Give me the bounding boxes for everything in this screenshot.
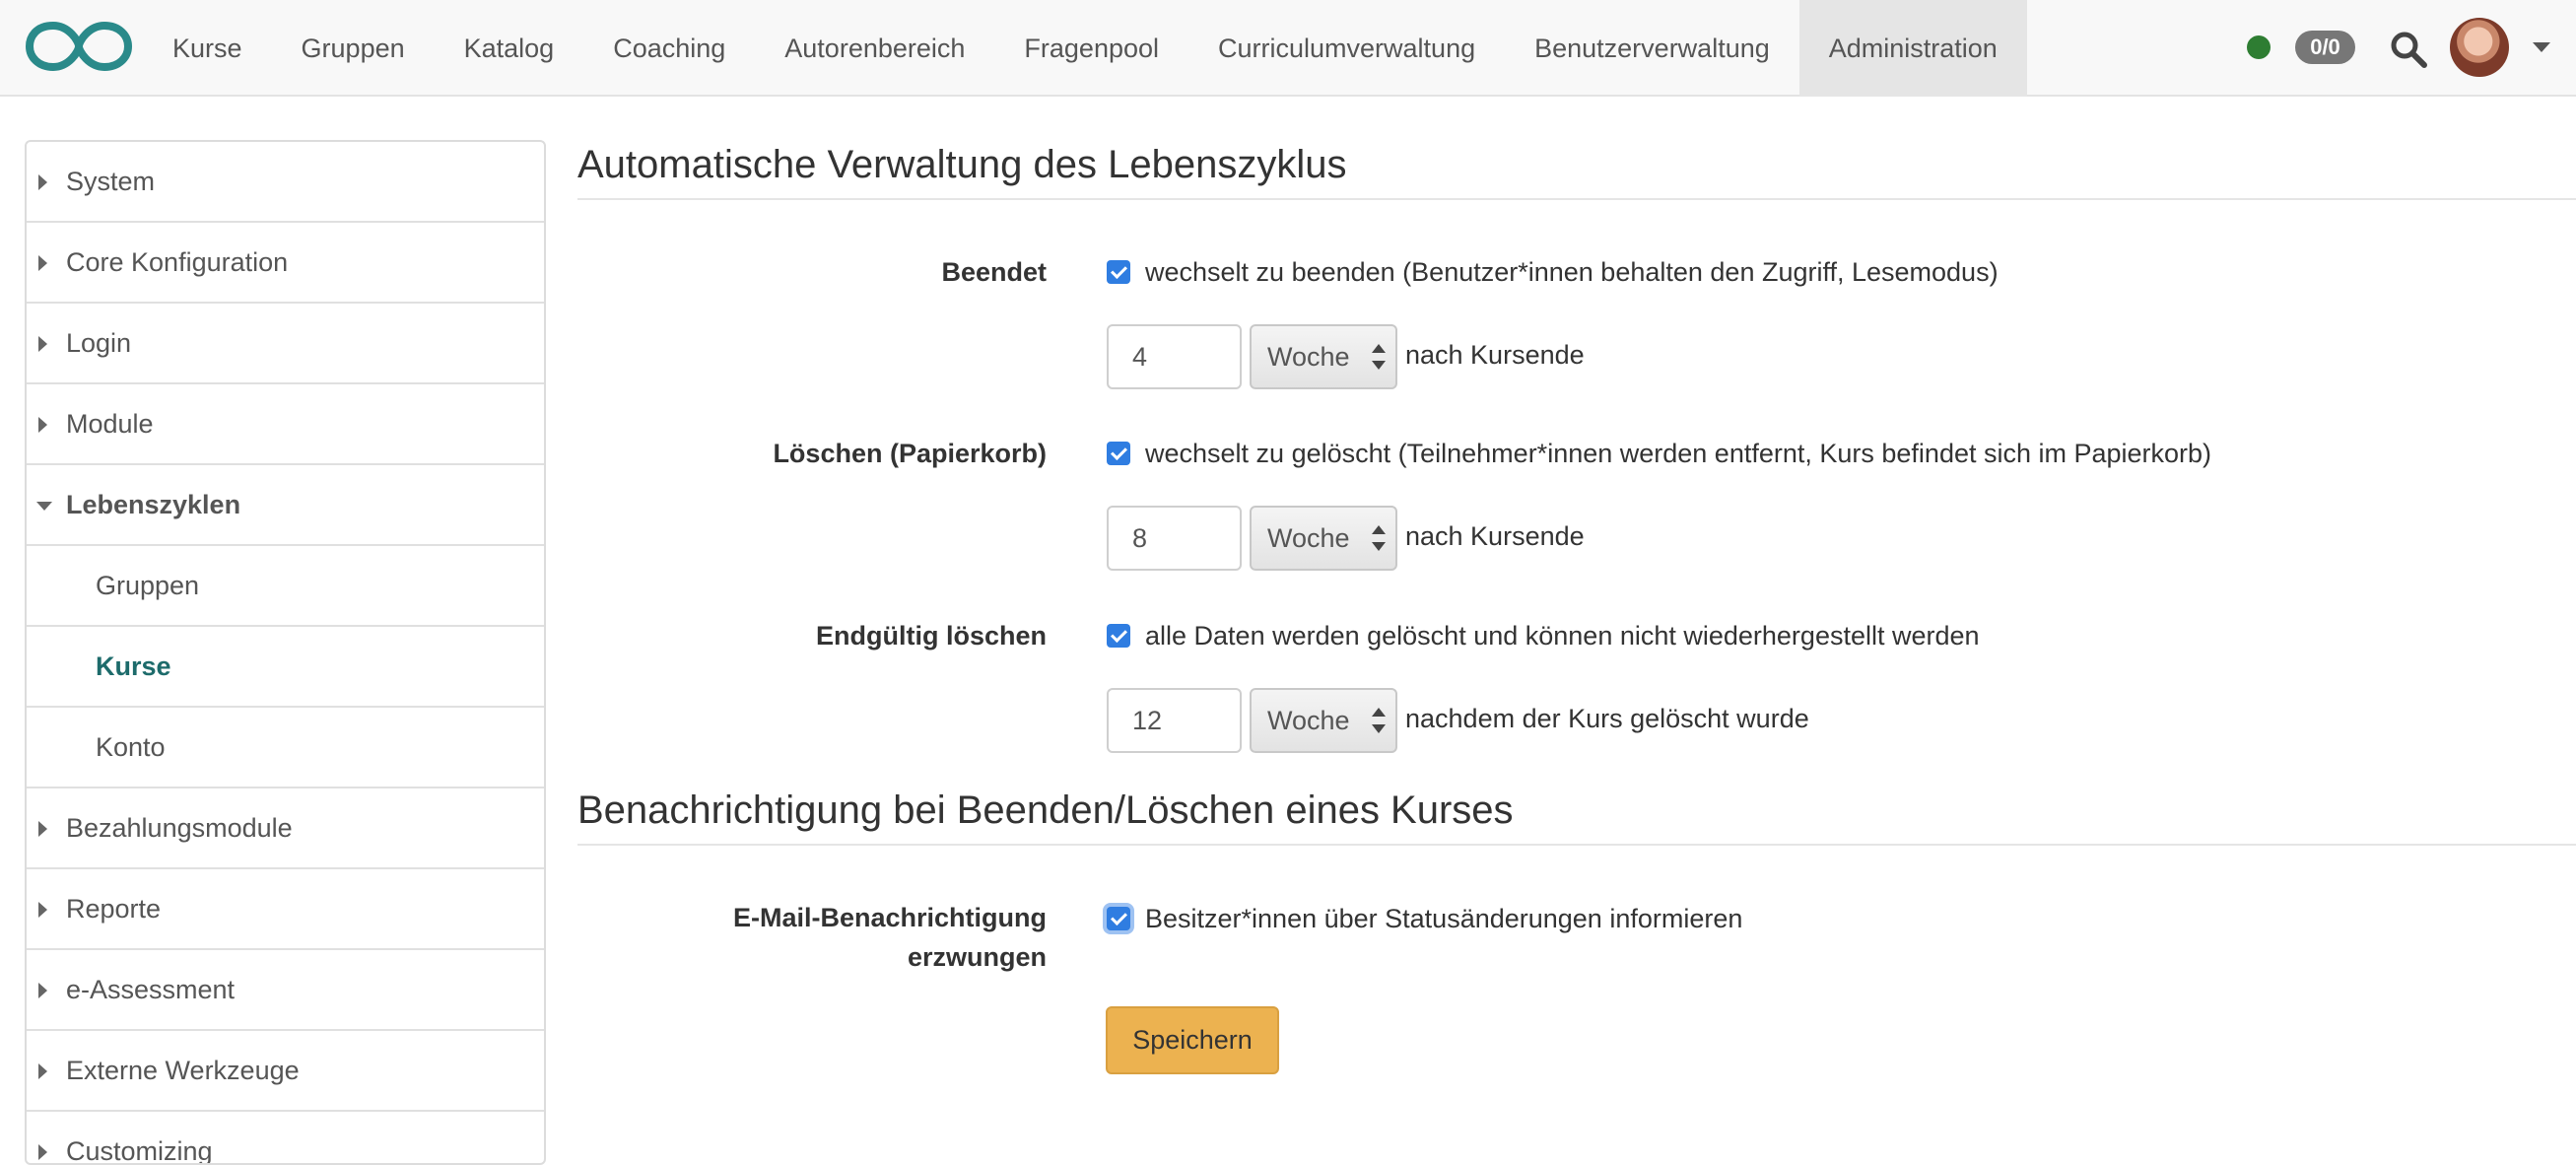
loeschen-checkbox-label[interactable]: wechselt zu gelöscht (Teilnehmer*innen w… <box>1145 439 2211 469</box>
caret-right-icon <box>38 417 47 433</box>
sidebar-item-customizing[interactable]: Customizing <box>27 1112 544 1165</box>
beendet-after-text: nach Kursende <box>1405 340 1585 371</box>
select-value: Woche <box>1267 342 1350 372</box>
caret-right-icon <box>38 1063 47 1079</box>
user-avatar[interactable] <box>2450 18 2509 77</box>
caret-right-icon <box>38 821 47 837</box>
sidebar-item-label: Login <box>66 328 131 359</box>
endgueltig-loeschen-duration-input[interactable] <box>1107 688 1242 753</box>
select-arrows-icon <box>1372 708 1386 737</box>
email-notification-label: E-Mail-Benachrichtigung erzwungen <box>574 898 1047 977</box>
nav-curriculumverwaltung[interactable]: Curriculumverwaltung <box>1188 0 1505 97</box>
sidebar-subitem-kurse[interactable]: Kurse <box>27 627 544 708</box>
sidebar-item-label: Externe Werkzeuge <box>66 1056 300 1086</box>
sidebar-item-label: Kurse <box>96 651 171 682</box>
top-navbar: Kurse Gruppen Katalog Coaching Autorenbe… <box>0 0 2576 97</box>
endgueltig-loeschen-after-text: nachdem der Kurs gelöscht wurde <box>1405 704 1809 734</box>
nav-kurse[interactable]: Kurse <box>143 0 272 97</box>
sidebar-item-label: System <box>66 167 155 197</box>
sidebar-item-label: Bezahlungsmodule <box>66 813 293 844</box>
select-value: Woche <box>1267 523 1350 553</box>
sidebar-item-core-konfiguration[interactable]: Core Konfiguration <box>27 223 544 304</box>
caret-right-icon <box>38 174 47 190</box>
sidebar-item-bezahlungsmodule[interactable]: Bezahlungsmodule <box>27 788 544 869</box>
select-arrows-icon <box>1372 344 1386 374</box>
search-icon[interactable] <box>2389 30 2428 69</box>
beendet-checkbox[interactable] <box>1107 260 1130 284</box>
chevron-down-icon[interactable] <box>2533 42 2550 52</box>
loeschen-checkbox[interactable] <box>1107 442 1130 465</box>
caret-right-icon <box>38 983 47 998</box>
sidebar-item-label: Konto <box>96 732 166 763</box>
endgueltig-loeschen-unit-select[interactable]: Woche <box>1250 688 1397 753</box>
sidebar-item-label: Gruppen <box>96 571 199 601</box>
caret-right-icon <box>38 902 47 918</box>
save-button[interactable]: Speichern <box>1106 1006 1279 1074</box>
nav-katalog[interactable]: Katalog <box>435 0 584 97</box>
sidebar-item-label: e-Assessment <box>66 975 235 1005</box>
loeschen-label: Löschen (Papierkorb) <box>574 434 1047 473</box>
caret-right-icon <box>38 1144 47 1160</box>
email-notification-label-line2: erzwungen <box>574 937 1047 977</box>
section-divider <box>577 198 2576 200</box>
caret-down-icon <box>36 502 52 511</box>
sidebar-item-lebenszyklen[interactable]: Lebenszyklen <box>27 465 544 546</box>
beendet-checkbox-label[interactable]: wechselt zu beenden (Benutzer*innen beha… <box>1145 257 1999 288</box>
nav-autorenbereich[interactable]: Autorenbereich <box>755 0 994 97</box>
select-value: Woche <box>1267 706 1350 735</box>
nav-coaching[interactable]: Coaching <box>583 0 755 97</box>
sidebar-item-externe-werkzeuge[interactable]: Externe Werkzeuge <box>27 1031 544 1112</box>
notification-section-title: Benachrichtigung bei Beenden/Löschen ein… <box>577 788 1514 833</box>
sidebar-item-label: Module <box>66 409 154 440</box>
loeschen-unit-select[interactable]: Woche <box>1250 506 1397 571</box>
sidebar-item-system[interactable]: System <box>27 142 544 223</box>
sidebar-item-label: Core Konfiguration <box>66 247 288 278</box>
loeschen-after-text: nach Kursende <box>1405 521 1585 552</box>
nav-administration[interactable]: Administration <box>1799 0 2027 97</box>
online-status-icon[interactable] <box>2247 35 2271 59</box>
infinity-logo[interactable] <box>26 18 132 75</box>
email-notification-checkbox[interactable] <box>1107 907 1130 930</box>
notification-badge[interactable]: 0/0 <box>2295 31 2355 64</box>
sidebar-subitem-gruppen[interactable]: Gruppen <box>27 546 544 627</box>
sidebar-item-label: Reporte <box>66 894 161 925</box>
loeschen-duration-input[interactable] <box>1107 506 1242 571</box>
endgueltig-loeschen-label: Endgültig löschen <box>574 616 1047 655</box>
nav-gruppen[interactable]: Gruppen <box>272 0 435 97</box>
caret-right-icon <box>38 336 47 352</box>
sidebar-item-label: Lebenszyklen <box>66 490 240 520</box>
sidebar-item-label: Customizing <box>66 1136 213 1165</box>
endgueltig-loeschen-checkbox-label[interactable]: alle Daten werden gelöscht und können ni… <box>1145 621 1980 651</box>
lifecycle-section-title: Automatische Verwaltung des Lebenszyklus <box>577 143 1346 187</box>
nav-fragenpool[interactable]: Fragenpool <box>994 0 1188 97</box>
sidebar-subitem-konto[interactable]: Konto <box>27 708 544 788</box>
sidebar-item-login[interactable]: Login <box>27 304 544 384</box>
beendet-unit-select[interactable]: Woche <box>1250 324 1397 389</box>
select-arrows-icon <box>1372 525 1386 555</box>
email-notification-label-line1: E-Mail-Benachrichtigung <box>574 898 1047 937</box>
endgueltig-loeschen-checkbox[interactable] <box>1107 624 1130 648</box>
beendet-label: Beendet <box>574 252 1047 292</box>
email-notification-checkbox-label[interactable]: Besitzer*innen über Statusänderungen inf… <box>1145 904 1742 934</box>
beendet-duration-input[interactable] <box>1107 324 1242 389</box>
sidebar-item-e-assessment[interactable]: e-Assessment <box>27 950 544 1031</box>
sidebar-item-module[interactable]: Module <box>27 384 544 465</box>
sidebar-item-reporte[interactable]: Reporte <box>27 869 544 950</box>
nav-benutzerverwaltung[interactable]: Benutzerverwaltung <box>1505 0 1799 97</box>
caret-right-icon <box>38 255 47 271</box>
admin-sidebar: System Core Konfiguration Login Module L… <box>25 140 546 1165</box>
section-divider <box>577 844 2576 846</box>
